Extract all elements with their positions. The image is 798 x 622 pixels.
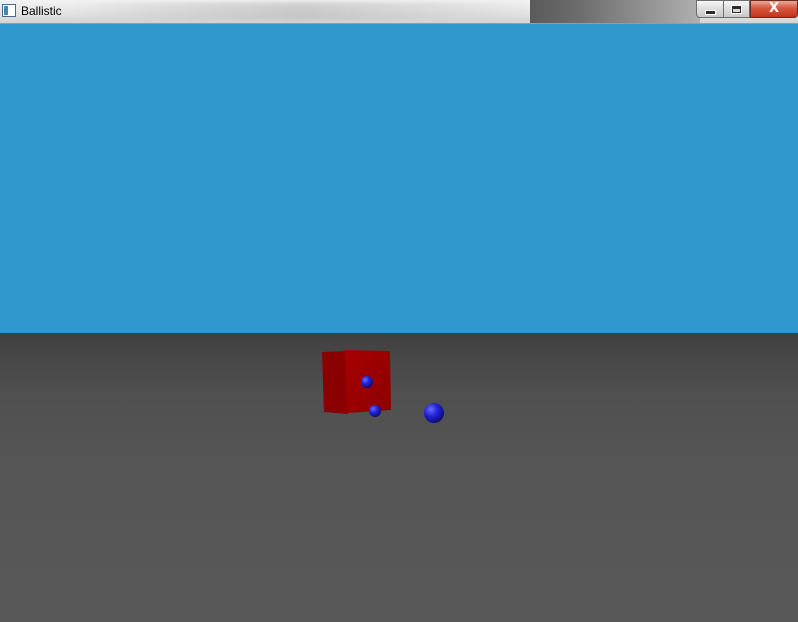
title-bar-background-shadow xyxy=(530,0,700,23)
title-bar[interactable]: Ballistic X xyxy=(0,0,798,24)
app-icon[interactable] xyxy=(2,4,16,17)
minimize-icon xyxy=(705,10,715,14)
render-viewport[interactable] xyxy=(0,24,798,622)
cube-left-face xyxy=(322,351,348,414)
maximize-button[interactable] xyxy=(723,0,750,18)
app-window: Ballistic X xyxy=(0,0,798,622)
window-title: Ballistic xyxy=(21,4,62,18)
close-icon: X xyxy=(768,1,780,16)
scene-canvas xyxy=(322,350,444,423)
sphere-ball xyxy=(361,376,373,388)
red-cube xyxy=(322,350,391,414)
minimize-button[interactable] xyxy=(696,0,723,18)
sphere-ball xyxy=(369,405,381,417)
sphere-ball xyxy=(424,403,444,423)
title-bar-background xyxy=(70,2,530,20)
window-controls: X xyxy=(696,0,798,18)
close-button[interactable]: X xyxy=(750,0,798,18)
maximize-icon xyxy=(732,5,741,13)
